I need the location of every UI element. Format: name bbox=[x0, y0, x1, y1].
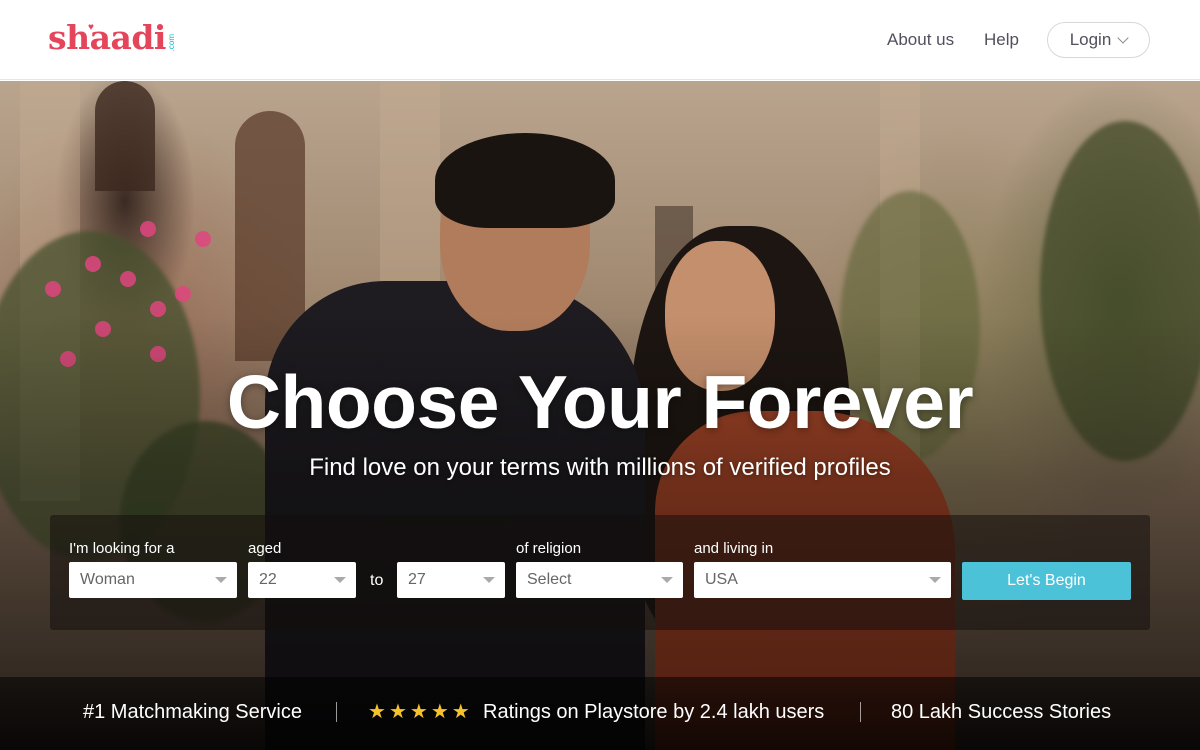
star-icon: ★ bbox=[388, 701, 407, 723]
star-icon: ★ bbox=[409, 701, 428, 723]
hero-banner: Choose Your Forever Find love on your te… bbox=[0, 81, 1200, 750]
religion-select-value: Select bbox=[527, 571, 572, 588]
star-icon: ★ bbox=[451, 701, 470, 723]
age-from-value: 22 bbox=[259, 571, 277, 588]
gender-select[interactable]: Woman bbox=[69, 562, 237, 598]
country-select-value: USA bbox=[705, 571, 738, 588]
country-select[interactable]: USA bbox=[694, 562, 951, 598]
divider bbox=[336, 702, 337, 722]
looking-for-label: I'm looking for a bbox=[69, 540, 175, 557]
age-from-select[interactable]: 22 bbox=[248, 562, 356, 598]
about-us-link[interactable]: About us bbox=[887, 30, 954, 50]
success-stories-stat: 80 Lakh Success Stories bbox=[891, 701, 1112, 723]
divider bbox=[860, 702, 861, 722]
gender-select-value: Woman bbox=[80, 571, 135, 588]
site-header: shaadi ♥ .com About us Help Login bbox=[0, 0, 1200, 80]
shaadi-logo[interactable]: shaadi ♥ .com bbox=[48, 18, 176, 62]
playstore-rating-stat: Ratings on Playstore by 2.4 lakh users bbox=[483, 701, 825, 723]
help-link[interactable]: Help bbox=[984, 30, 1019, 50]
login-button[interactable]: Login bbox=[1047, 22, 1150, 58]
hero-title: Choose Your Forever bbox=[226, 360, 974, 444]
age-to-value: 27 bbox=[408, 571, 426, 588]
age-to-label: to bbox=[370, 572, 384, 589]
logo-wordmark: shaadi bbox=[48, 18, 166, 57]
partner-search-form: I'm looking for a Woman aged 22 to 27 of… bbox=[50, 515, 1150, 630]
heart-icon: ♥ bbox=[88, 22, 94, 33]
login-label: Login bbox=[1069, 30, 1112, 49]
matchmaking-stat: #1 Matchmaking Service bbox=[83, 701, 302, 723]
star-icon: ★ bbox=[368, 701, 386, 723]
religion-select[interactable]: Select bbox=[516, 562, 683, 598]
dropdown-caret-icon bbox=[215, 577, 227, 583]
trust-stats-bar: #1 Matchmaking Service ★ ★ ★ ★ ★ Ratings… bbox=[0, 677, 1200, 750]
dropdown-caret-icon bbox=[483, 577, 495, 583]
aged-label: aged bbox=[248, 540, 282, 557]
dropdown-caret-icon bbox=[661, 577, 673, 583]
dropdown-caret-icon bbox=[929, 577, 941, 583]
star-icon: ★ bbox=[430, 701, 449, 723]
hero-subtitle: Find love on your terms with millions of… bbox=[309, 454, 891, 481]
logo-suffix: .com bbox=[166, 34, 176, 52]
lets-begin-button[interactable]: Let's Begin bbox=[962, 562, 1131, 600]
living-in-label: and living in bbox=[694, 540, 774, 557]
chevron-down-icon bbox=[1117, 32, 1129, 44]
rating-stars: ★ ★ ★ ★ ★ bbox=[368, 700, 470, 724]
dropdown-caret-icon bbox=[334, 577, 346, 583]
religion-label: of religion bbox=[516, 540, 582, 557]
age-to-select[interactable]: 27 bbox=[397, 562, 505, 598]
